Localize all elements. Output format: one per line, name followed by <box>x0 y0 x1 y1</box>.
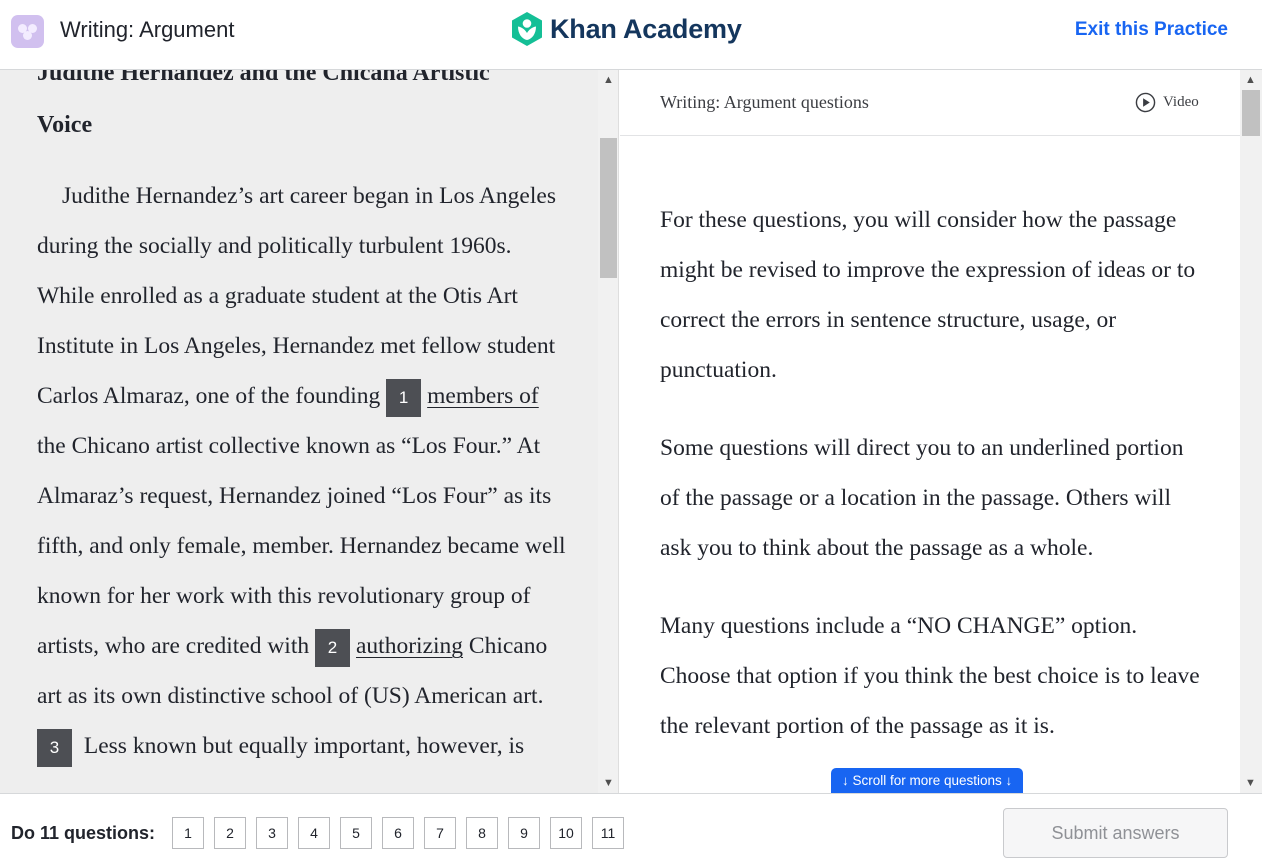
instructions-paragraph: Many questions include a “NO CHANGE” opt… <box>660 613 1200 739</box>
passage-title-line-2: Voice <box>37 112 93 138</box>
question-marker-1[interactable]: 1 <box>386 378 422 417</box>
passage-paragraph: 3 Less known but equally important, howe… <box>37 721 572 771</box>
question-nav-8[interactable]: 8 <box>466 817 498 849</box>
question-nav-1[interactable]: 1 <box>172 817 204 849</box>
underlined-portion-1[interactable]: members of <box>427 383 539 409</box>
practice-title: Writing: Argument <box>60 17 235 42</box>
play-circle-icon <box>1135 92 1156 113</box>
scroll-down-arrow-icon[interactable]: ▼ <box>1240 773 1261 793</box>
questions-header: Writing: Argument questions Video <box>620 70 1240 136</box>
exit-practice-link[interactable]: Exit this Practice <box>1075 19 1228 41</box>
passage-paragraph: Judithe Hernandez’s art career began in … <box>37 171 572 721</box>
passage-text: Judithe Hernandez’s art career began in … <box>37 183 556 409</box>
scroll-up-arrow-icon[interactable]: ▲ <box>598 70 619 90</box>
passage-text: the Chicano artist collective known as “… <box>37 433 566 659</box>
question-nav-9[interactable]: 9 <box>508 817 540 849</box>
questions-title: Writing: Argument questions <box>660 92 869 112</box>
passage-body: Judithe Hernandez’s art career began in … <box>37 171 572 771</box>
questions-scrollbar[interactable]: ▲ ▼ <box>1240 70 1262 793</box>
khan-academy-hexagon-icon <box>512 12 542 46</box>
practice-icon <box>11 15 44 48</box>
question-nav-3[interactable]: 3 <box>256 817 288 849</box>
passage-title: Judithe Hernandez and the Chicana Artist… <box>37 70 572 151</box>
passage-text: Less known but equally important, howeve… <box>78 733 525 759</box>
question-nav-6[interactable]: 6 <box>382 817 414 849</box>
logo-text: Khan Academy <box>550 13 742 44</box>
passage-content: Judithe Hernandez and the Chicana Artist… <box>37 70 572 771</box>
khan-academy-logo[interactable]: Khan Academy <box>510 11 742 47</box>
passage-title-line-1: Judithe Hernandez and the Chicana Artist… <box>37 70 490 86</box>
instructions-paragraph: Some questions will direct you to an und… <box>660 435 1184 561</box>
passage-scrollbar[interactable]: ▲ ▼ <box>598 70 619 793</box>
question-nav-5[interactable]: 5 <box>340 817 372 849</box>
scroll-up-arrow-icon[interactable]: ▲ <box>1240 70 1261 90</box>
top-bar: Writing: Argument Khan Academy Exit this… <box>0 0 1262 70</box>
question-nav-4[interactable]: 4 <box>298 817 330 849</box>
scroll-for-more-button[interactable]: ↓ Scroll for more questions ↓ <box>831 768 1024 793</box>
question-count-label: Do 11 questions: <box>11 823 156 843</box>
question-nav-2[interactable]: 2 <box>214 817 246 849</box>
questions-pane[interactable]: Writing: Argument questions Video For th… <box>620 70 1240 793</box>
video-button[interactable]: Video <box>1135 92 1199 113</box>
passage-scroll-thumb[interactable] <box>600 138 617 278</box>
underlined-portion-2[interactable]: authorizing <box>356 633 463 659</box>
instructions-paragraph: For these questions, you will consider h… <box>660 207 1196 383</box>
instructions: For these questions, you will consider h… <box>660 195 1205 779</box>
footer-bar: Do 11 questions: 1 2 3 4 5 6 7 8 9 10 11… <box>0 793 1262 868</box>
question-nav-11[interactable]: 11 <box>592 817 624 849</box>
submit-answers-button[interactable]: Submit answers <box>1003 808 1228 858</box>
questions-scroll-thumb[interactable] <box>1242 90 1260 136</box>
video-label: Video <box>1163 94 1199 110</box>
question-marker-2[interactable]: 2 <box>315 628 350 667</box>
question-nav-7[interactable]: 7 <box>424 817 456 849</box>
question-marker-3[interactable]: 3 <box>37 728 72 767</box>
scroll-down-arrow-icon[interactable]: ▼ <box>598 773 619 793</box>
question-nav-10[interactable]: 10 <box>550 817 582 849</box>
passage-pane[interactable]: Judithe Hernandez and the Chicana Artist… <box>0 70 598 793</box>
